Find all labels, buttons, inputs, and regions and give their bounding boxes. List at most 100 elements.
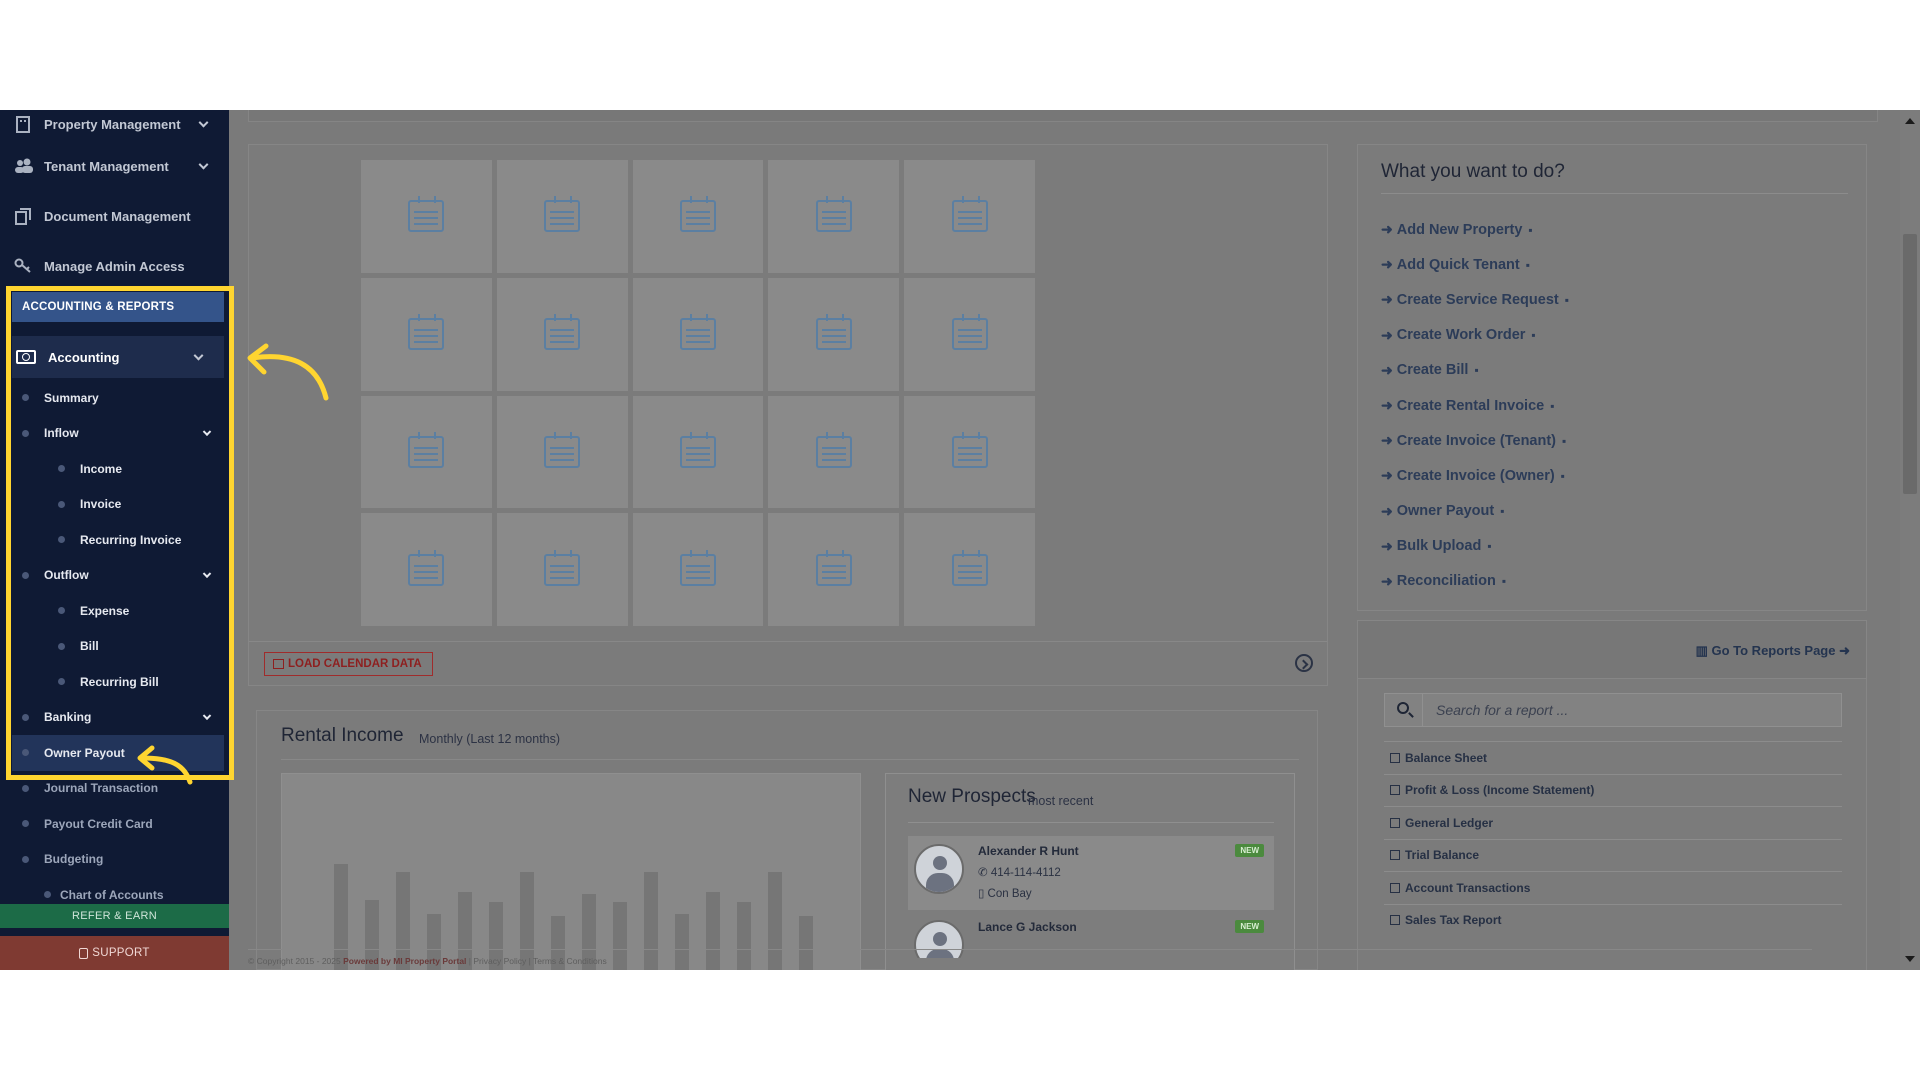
- report-search: [1384, 693, 1842, 727]
- quick-action-label: Create Rental Invoice: [1396, 397, 1545, 414]
- sidebar-item-label: Expense: [80, 603, 130, 618]
- sidebar-item-label: Payout Credit Card: [44, 816, 153, 831]
- quick-action-link[interactable]: ➜ Create Service Request ▪: [1381, 282, 1569, 317]
- sidebar-item-property-management[interactable]: Property Management: [0, 110, 229, 144]
- chart-placeholder-bars: [334, 864, 813, 970]
- prospect-name[interactable]: Lance G Jackson: [978, 920, 1077, 934]
- sidebar-item-invoice[interactable]: Invoice: [12, 487, 224, 523]
- sidebar-item-expense[interactable]: Expense: [12, 593, 224, 629]
- powered-by-link[interactable]: Powered by MI Property Portal: [343, 956, 466, 966]
- app-window: Property Management Tenant Management Do…: [0, 110, 1920, 970]
- bullet-icon: [22, 784, 29, 792]
- quick-action-link[interactable]: ➜ Create Invoice (Tenant) ▪: [1381, 423, 1569, 458]
- sidebar-item-banking[interactable]: Banking: [12, 700, 224, 736]
- report-label: Sales Tax Report: [1405, 913, 1502, 928]
- scroll-up-arrow-icon[interactable]: [1905, 118, 1915, 124]
- prospect-card[interactable]: Lance G Jackson NEW: [908, 918, 1274, 958]
- arrow-circle-right-icon[interactable]: [1295, 654, 1313, 672]
- quick-action-link[interactable]: ➜ Create Invoice (Owner) ▪: [1381, 458, 1569, 493]
- quick-action-link[interactable]: ➜ Create Rental Invoice ▪: [1381, 388, 1569, 423]
- copyright-text: © Copyright 2015 - 2025: [248, 956, 341, 966]
- sidebar-item-label: Budgeting: [44, 852, 104, 867]
- quick-action-link[interactable]: ➜ Bulk Upload ▪: [1381, 529, 1569, 564]
- report-link[interactable]: Trial Balance: [1384, 838, 1842, 872]
- quick-action-link[interactable]: ➜ Create Work Order ▪: [1381, 318, 1569, 353]
- report-icon: [1390, 850, 1400, 861]
- sidebar-item-summary[interactable]: Summary: [12, 380, 224, 416]
- report-link[interactable]: Account Transactions: [1384, 871, 1842, 904]
- report-link[interactable]: Balance Sheet: [1384, 741, 1842, 774]
- support-button[interactable]: SUPPORT: [0, 936, 229, 970]
- sidebar-item-recurring-bill[interactable]: Recurring Bill: [12, 664, 224, 700]
- quick-action-link[interactable]: ➜ Create Bill ▪: [1381, 353, 1569, 388]
- sidebar-item-bill[interactable]: Bill: [12, 629, 224, 665]
- report-search-input[interactable]: [1424, 694, 1841, 726]
- load-calendar-data-button[interactable]: LOAD CALENDAR DATA: [264, 652, 433, 676]
- avatar: [914, 920, 964, 958]
- report-link[interactable]: Profit & Loss (Income Statement): [1384, 773, 1842, 807]
- calendar-icon: [951, 314, 988, 351]
- quick-action-link[interactable]: ➜ Add Quick Tenant ▪: [1381, 247, 1569, 282]
- chevron-down-icon: [198, 117, 209, 128]
- sidebar-item-payout-credit-card[interactable]: Payout Credit Card: [12, 806, 224, 842]
- prospect-name[interactable]: Alexander R Hunt: [978, 844, 1079, 858]
- vertical-scrollbar[interactable]: [1900, 110, 1920, 970]
- sidebar-item-owner-payout[interactable]: Owner Payout: [12, 735, 224, 771]
- scroll-down-arrow-icon[interactable]: [1905, 956, 1915, 962]
- sidebar-item-tenant-management[interactable]: Tenant Management: [0, 146, 229, 186]
- sidebar-item-income[interactable]: Income: [12, 451, 224, 487]
- scroll-thumb[interactable]: [1903, 234, 1917, 494]
- arrow-right-icon: ➜: [1381, 256, 1393, 273]
- arrow-right-icon: ➜: [1835, 643, 1850, 658]
- terms-link[interactable]: Terms & Conditions: [533, 956, 607, 966]
- section-header-accounting-reports: ACCOUNTING & REPORTS: [12, 292, 224, 322]
- chevron-down-icon: [202, 569, 212, 579]
- bullet-icon: [22, 713, 29, 721]
- refer-earn-button[interactable]: REFER & EARN: [0, 904, 229, 928]
- calendar-cell: [496, 395, 628, 509]
- privacy-link[interactable]: Privacy Policy: [473, 956, 526, 966]
- calendar-cell: [904, 513, 1035, 626]
- calendar-icon: [815, 431, 852, 468]
- wrench-icon: ▪: [1531, 328, 1536, 343]
- sidebar-item-document-management[interactable]: Document Management: [0, 196, 229, 236]
- calendar-icon: [544, 196, 581, 233]
- copy-icon: ▪: [1474, 363, 1479, 378]
- calendar-grid: [361, 160, 1035, 626]
- calendar-icon: [544, 314, 581, 351]
- money-icon: [16, 350, 36, 364]
- bullet-icon: [22, 429, 29, 437]
- go-to-reports-link[interactable]: ▥ Go To Reports Page ➜: [1696, 643, 1850, 659]
- sidebar-item-manage-admin-access[interactable]: Manage Admin Access: [0, 246, 229, 286]
- placeholder-bar: [706, 892, 720, 970]
- sidebar-item-label: Owner Payout: [44, 745, 125, 760]
- bullet-icon: [22, 855, 29, 863]
- sidebar-item-label: Outflow: [44, 568, 89, 583]
- calendar-cell: [361, 395, 492, 509]
- calendar-cell: [496, 277, 628, 391]
- footer-divider: [248, 949, 1812, 950]
- sidebar-item-label: Income: [80, 461, 123, 476]
- quick-action-link[interactable]: ➜ Reconciliation ▪: [1381, 564, 1569, 599]
- reports-header: ▥ Go To Reports Page ➜: [1358, 621, 1866, 679]
- sidebar-item-inflow[interactable]: Inflow: [12, 416, 224, 452]
- search-icon[interactable]: [1385, 694, 1423, 726]
- sidebar-item-recurring-invoice[interactable]: Recurring Invoice: [12, 522, 224, 558]
- bullet-icon: [22, 749, 29, 757]
- report-link[interactable]: Sales Tax Report: [1384, 903, 1842, 937]
- quick-action-link[interactable]: ➜ Owner Payout ▪: [1381, 494, 1569, 529]
- sidebar-item-budgeting[interactable]: Budgeting: [12, 842, 224, 878]
- sidebar: Property Management Tenant Management Do…: [0, 110, 229, 970]
- report-link[interactable]: General Ledger: [1384, 806, 1842, 839]
- quick-action-link[interactable]: ➜ Add New Property ▪: [1381, 212, 1569, 247]
- calendar-cell: [904, 395, 1035, 509]
- bullet-icon: [58, 465, 65, 473]
- arrow-right-icon: ➜: [1381, 221, 1393, 238]
- user-icon: ▪: [1525, 257, 1530, 272]
- sidebar-item-label: Journal Transaction: [44, 781, 159, 796]
- sidebar-item-journal-transaction[interactable]: Journal Transaction: [12, 771, 224, 807]
- quick-actions-list: ➜ Add New Property ▪ ➜ Add Quick Tenant ▪ ➜ Cre…: [1381, 212, 1569, 599]
- sidebar-item-accounting[interactable]: Accounting: [12, 336, 224, 378]
- prospect-card[interactable]: Alexander R Hunt ✆ 414-114-4112 ▯ Con Ba…: [908, 836, 1274, 910]
- sidebar-item-outflow[interactable]: Outflow: [12, 558, 224, 594]
